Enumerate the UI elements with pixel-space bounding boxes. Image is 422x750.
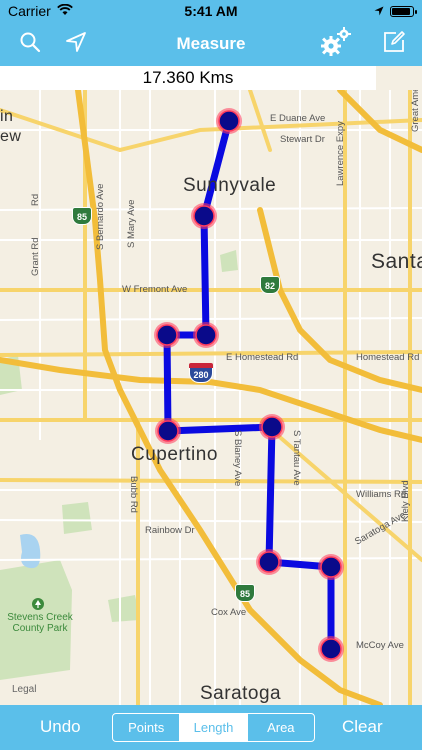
edit-button[interactable]: [380, 30, 408, 58]
street-label: Lawrence Expy: [335, 121, 346, 186]
street-label: E Duane Ave: [270, 113, 326, 124]
measure-point[interactable]: [261, 416, 283, 438]
city-label-santa: Santa: [371, 250, 422, 273]
street-label: Kiely Blvd: [400, 480, 411, 522]
status-time: 5:41 AM: [184, 3, 238, 19]
park-area: [62, 502, 92, 534]
street-label: W Fremont Ave: [122, 284, 188, 295]
street-label: Cox Ave: [211, 607, 247, 618]
street-label: Williams Rd: [356, 489, 407, 500]
reservoir: [20, 534, 41, 569]
undo-button[interactable]: Undo: [40, 717, 81, 737]
measure-point[interactable]: [195, 324, 217, 346]
street-label: Rd: [30, 193, 41, 206]
street-label: McCoy Ave: [356, 640, 404, 651]
street-label: Great America: [410, 90, 421, 132]
street-label: S Blaney Ave: [232, 430, 243, 487]
status-bar: Carrier 5:41 AM: [0, 0, 422, 22]
measure-point[interactable]: [320, 638, 342, 660]
city-label-mountain-view-a: in: [0, 108, 14, 125]
highway-shield-85: 85: [235, 584, 255, 602]
interstate-shield-280: 280: [189, 363, 213, 383]
measure-point[interactable]: [320, 556, 342, 578]
park-area: [108, 595, 140, 622]
measure-point[interactable]: [193, 205, 215, 227]
street-label: S Bernardo Ave: [95, 183, 106, 250]
street-label: S Mary Ave: [126, 199, 137, 248]
battery-level: [392, 7, 411, 15]
map-view[interactable]: Sunnyvale Cupertino Saratoga Santa in ew…: [0, 90, 422, 705]
street-label: Bubb Rd: [128, 476, 139, 513]
city-label-saratoga: Saratoga: [200, 683, 282, 704]
street-label: S Tantau Ave: [291, 430, 302, 486]
park-area: [220, 250, 238, 272]
city-label-cupertino: Cupertino: [131, 444, 218, 465]
segment-points[interactable]: Points: [113, 714, 181, 741]
street-label: Rainbow Dr: [145, 525, 195, 536]
segment-area[interactable]: Area: [248, 714, 314, 741]
page-title: Measure: [176, 34, 246, 53]
status-right: [374, 3, 417, 19]
distance-readout: 17.360 Kms: [0, 66, 376, 90]
nav-bar: Measure: [0, 22, 422, 66]
measure-route: [163, 117, 335, 653]
clear-button[interactable]: Clear: [342, 717, 383, 737]
street-label: Grant Rd: [30, 237, 41, 276]
city-label-sunnyvale: Sunnyvale: [183, 175, 277, 196]
bottom-toolbar: Undo Points Length Area Clear: [0, 705, 422, 750]
measure-point[interactable]: [156, 324, 178, 346]
city-label-mountain-view-b: ew: [0, 128, 22, 145]
street-label: E Homestead Rd: [226, 352, 299, 363]
segment-length[interactable]: Length: [180, 714, 248, 741]
measure-point[interactable]: [157, 420, 179, 442]
location-arrow-icon: [374, 3, 384, 19]
highway-shield-82: 82: [260, 276, 280, 294]
gears-icon: [319, 25, 353, 64]
settings-button[interactable]: [318, 26, 354, 62]
street-label: Homestead Rd: [356, 352, 420, 363]
measure-point[interactable]: [258, 551, 280, 573]
edit-icon: [382, 30, 406, 59]
street-label: Stewart Dr: [280, 134, 325, 145]
legal-link[interactable]: Legal: [12, 684, 36, 695]
park-label: Stevens Creek County Park: [7, 612, 73, 634]
measure-point[interactable]: [218, 110, 240, 132]
battery-icon: [390, 5, 417, 17]
highway-shield-85: 85: [72, 207, 92, 225]
mode-segmented-control: Points Length Area: [112, 713, 315, 742]
